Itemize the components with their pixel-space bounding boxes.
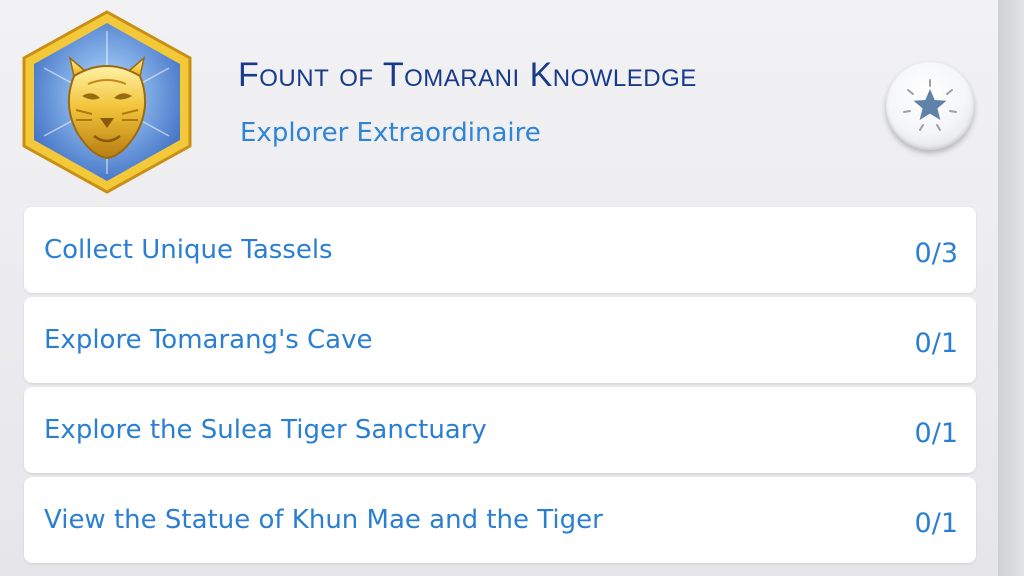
list-item: View the Statue of Khun Mae and the Tige… — [24, 477, 976, 563]
list-item: Explore Tomarang's Cave 0/1 — [24, 297, 976, 383]
task-progress: 0/1 — [914, 418, 958, 449]
task-label: Explore the Sulea Tiger Sanctuary — [44, 415, 487, 445]
task-label: View the Statue of Khun Mae and the Tige… — [44, 505, 603, 535]
task-progress: 0/1 — [914, 508, 958, 539]
task-progress: 0/1 — [914, 328, 958, 359]
star-button[interactable] — [886, 62, 974, 150]
list-item: Explore the Sulea Tiger Sanctuary 0/1 — [24, 387, 976, 473]
aspiration-title: Fount of Tomarani Knowledge — [238, 56, 697, 94]
star-icon — [903, 79, 957, 131]
aspiration-panel: Fount of Tomarani Knowledge Explorer Ext… — [0, 0, 998, 576]
aspiration-badge — [14, 6, 200, 196]
task-progress: 0/3 — [914, 238, 958, 269]
task-label: Collect Unique Tassels — [44, 235, 333, 265]
scrollbar[interactable] — [998, 0, 1024, 576]
aspiration-subtitle: Explorer Extraordinaire — [240, 118, 541, 148]
task-list: Collect Unique Tassels 0/3 Explore Tomar… — [24, 207, 976, 567]
list-item: Collect Unique Tassels 0/3 — [24, 207, 976, 293]
task-label: Explore Tomarang's Cave — [44, 325, 373, 355]
golden-tiger-head-icon — [22, 10, 192, 194]
